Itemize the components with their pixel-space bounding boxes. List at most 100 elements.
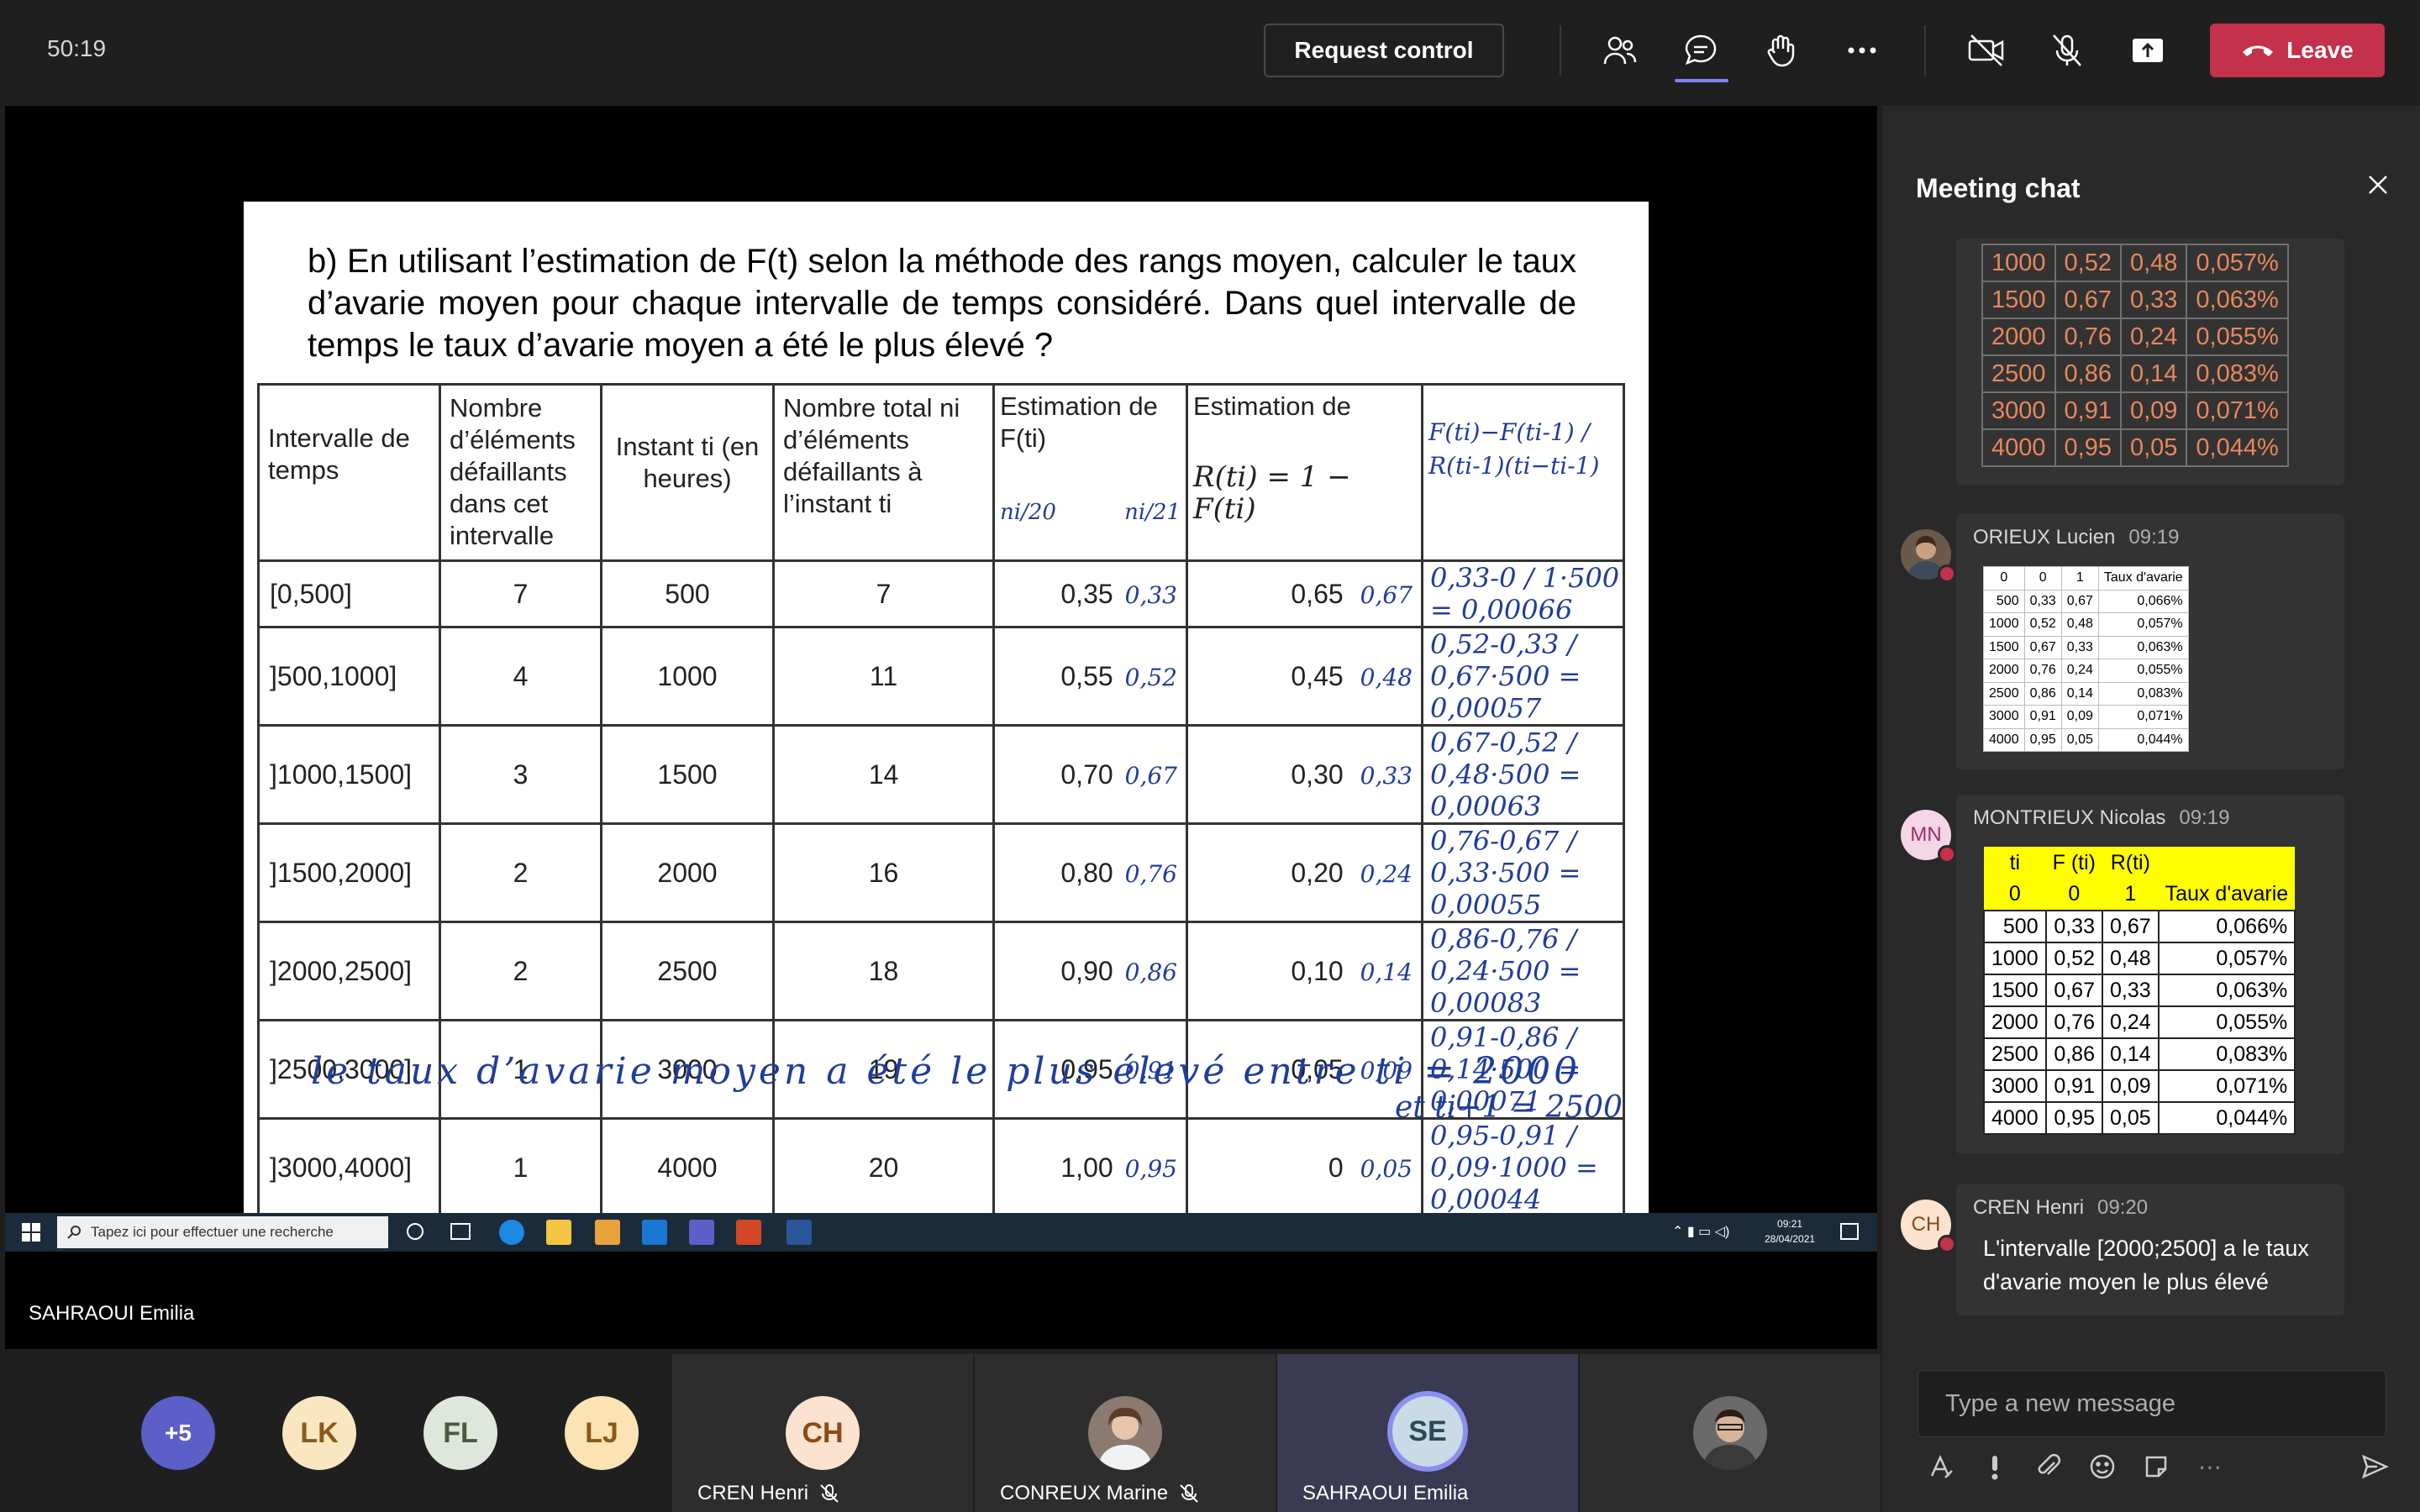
table-cell: 0,083% (2097, 681, 2189, 706)
participants-icon[interactable] (1597, 27, 1644, 74)
table-cell: 2000 (1983, 659, 2025, 683)
phone-hangup-icon (2243, 45, 2274, 56)
table-cell: 0,95 (2054, 428, 2122, 467)
cell-instant: 4000 (600, 1117, 775, 1218)
mic-off-icon (820, 1484, 839, 1503)
taskbar-clock[interactable]: 09:21 28/04/2021 (1765, 1216, 1815, 1247)
r-value: 0 (1328, 1152, 1344, 1183)
request-control-button[interactable]: Request control (1264, 24, 1504, 77)
attach-icon[interactable] (2032, 1450, 2065, 1483)
participant-photo (1693, 1396, 1767, 1470)
handwritten-r-value: 0,48 (1360, 663, 1413, 691)
participant-tile-sahraoui-emilia[interactable]: SE SAHRAOUI Emilia (1277, 1354, 1578, 1512)
table-cell: 0,48 (2060, 612, 2099, 637)
more-options-icon[interactable] (1839, 27, 1886, 74)
participant-tile-video[interactable] (1580, 1354, 1881, 1512)
header-instant: Instant ti (en heures) (600, 383, 775, 562)
handwritten-r-value: 0,05 (1360, 1154, 1413, 1183)
toolbar-divider (1924, 25, 1926, 76)
format-icon[interactable] (1924, 1450, 1958, 1483)
table-cell: 0,09 (2102, 1069, 2160, 1103)
cell-r-estimate: 0,20 0,24 (1186, 822, 1423, 923)
participant-tile-cren-henri[interactable]: CH CREN Henri (672, 1354, 973, 1512)
avatar-initials: CH (1911, 1213, 1941, 1236)
powerpoint-icon[interactable] (736, 1220, 761, 1245)
table-cell: 0,057% (2157, 942, 2296, 975)
table-cell: 0,09 (2119, 391, 2188, 430)
participant-avatar-speaking: SE (1387, 1391, 1468, 1472)
camera-off-icon[interactable] (1963, 27, 2010, 74)
taskbar-search-input[interactable]: Tapez ici pour effectuer une recherche (57, 1216, 388, 1248)
mic-off-icon[interactable] (2044, 27, 2091, 74)
send-icon[interactable] (2358, 1450, 2391, 1483)
cortana-icon[interactable] (407, 1223, 424, 1240)
store-icon[interactable] (595, 1220, 620, 1245)
important-icon[interactable] (1978, 1450, 2012, 1483)
table-row: 1000 0,52 0,48 0,057% (1983, 612, 2189, 637)
table-cell: ti (1984, 847, 2046, 879)
table-row: 1500 0,67 0,33 0,063% (1981, 281, 2289, 319)
table-cell: 0,083% (2186, 354, 2289, 393)
chat-message-input[interactable]: Type a new message (1918, 1370, 2386, 1437)
cell-total: 18 (772, 921, 995, 1021)
mail-icon[interactable] (642, 1220, 667, 1245)
table-row: ]3000,4000] 1 4000 20 1,00 0,95 0 0,05 0,95-0,91… (257, 1117, 1625, 1218)
close-icon[interactable] (2361, 168, 2395, 202)
notification-icon[interactable] (1840, 1223, 1859, 1240)
raise-hand-icon[interactable] (1758, 27, 1805, 74)
handwritten-rate: 0,67-0,52 / 0,48·500 = 0,00063 (1421, 724, 1625, 825)
participant-tile-conreux-marine[interactable]: CONREUX Marine (975, 1354, 1276, 1512)
status-dot (1938, 564, 1956, 583)
cell-total: 7 (772, 559, 995, 628)
table-cell: Taux d'avarie (2097, 566, 2189, 591)
share-screen-icon[interactable] (2124, 27, 2171, 74)
header-failed: Nombre d’éléments défaillants dans cet i… (439, 383, 602, 562)
word-icon[interactable] (786, 1220, 812, 1245)
meeting-chat-panel: Meeting chat 1000 0,52 0,48 0,057% 1500 0,67 0… (1882, 106, 2420, 1512)
chat-message-table: ti F (ti) R(ti) 0 0 1 Taux d'avarie 500 0,33 0,67… (1983, 847, 2296, 1135)
r-value: 0,45 (1291, 660, 1344, 691)
emoji-icon[interactable] (2086, 1450, 2119, 1483)
table-cell: 1000 (1983, 612, 2025, 637)
table-cell: 0,67 (2102, 910, 2160, 943)
table-cell: 0,066% (2097, 589, 2189, 613)
chat-icon[interactable] (1677, 27, 1724, 74)
table-cell: 4000 (1983, 727, 2025, 752)
participant-avatar-lj[interactable]: LJ (565, 1396, 639, 1470)
table-cell: 500 (1983, 910, 2047, 943)
table-cell: 4000 (1981, 428, 2056, 467)
table-cell: 0,52 (2054, 244, 2122, 282)
table-row: 4000 0,95 0,05 0,044% (1981, 428, 2289, 467)
table-row: [0,500] 7 500 7 0,35 0,33 0,65 0,67 0,33-0 / 1·5… (257, 559, 1625, 628)
shared-screen: b) En utilisant l’estimation de F(t) sel… (5, 106, 1877, 1349)
cell-failed: 2 (439, 822, 602, 923)
r-value: 0,65 (1291, 578, 1344, 609)
edge-icon[interactable] (499, 1220, 524, 1245)
sticker-icon[interactable] (2139, 1450, 2173, 1483)
participant-avatar-fl[interactable]: FL (424, 1396, 497, 1470)
chat-message-header: ORIEUX Lucien 09:19 (1973, 526, 2179, 549)
message-author: MONTRIEUX Nicolas (1973, 806, 2166, 829)
participant-avatar-lk[interactable]: LK (282, 1396, 356, 1470)
cell-r-estimate: 0,45 0,48 (1186, 626, 1423, 727)
task-view-icon[interactable] (450, 1223, 471, 1240)
table-cell: Taux d'avarie (2158, 879, 2296, 911)
header-interval: Intervalle de temps (257, 383, 441, 562)
cell-r-estimate: 0,30 0,33 (1186, 724, 1423, 825)
cell-f-estimate: 0,70 0,67 (992, 724, 1188, 825)
table-row: 500 0,33 0,67 0,066% (1983, 910, 2296, 943)
table-cell: 0,071% (2186, 391, 2289, 430)
cell-total: 20 (772, 1117, 995, 1218)
cell-total: 16 (772, 822, 995, 923)
table-cell: 0,05 (2119, 428, 2188, 467)
header-f-estimate: Estimation de F(ti) ni/20 ni/21 (992, 383, 1188, 562)
windows-start-icon[interactable] (22, 1223, 40, 1246)
file-explorer-icon[interactable] (546, 1220, 571, 1245)
more-icon[interactable]: ⋯ (2193, 1450, 2227, 1483)
leave-button[interactable]: Leave (2210, 24, 2385, 77)
message-time: 09:19 (2128, 526, 2180, 549)
system-tray-icons[interactable]: ⌃ ▮ ▭ ◁) (1672, 1223, 1748, 1240)
participant-name: CONREUX Marine (1000, 1482, 1169, 1504)
more-participants-button[interactable]: +5 (141, 1396, 215, 1470)
teams-icon[interactable] (689, 1220, 714, 1245)
